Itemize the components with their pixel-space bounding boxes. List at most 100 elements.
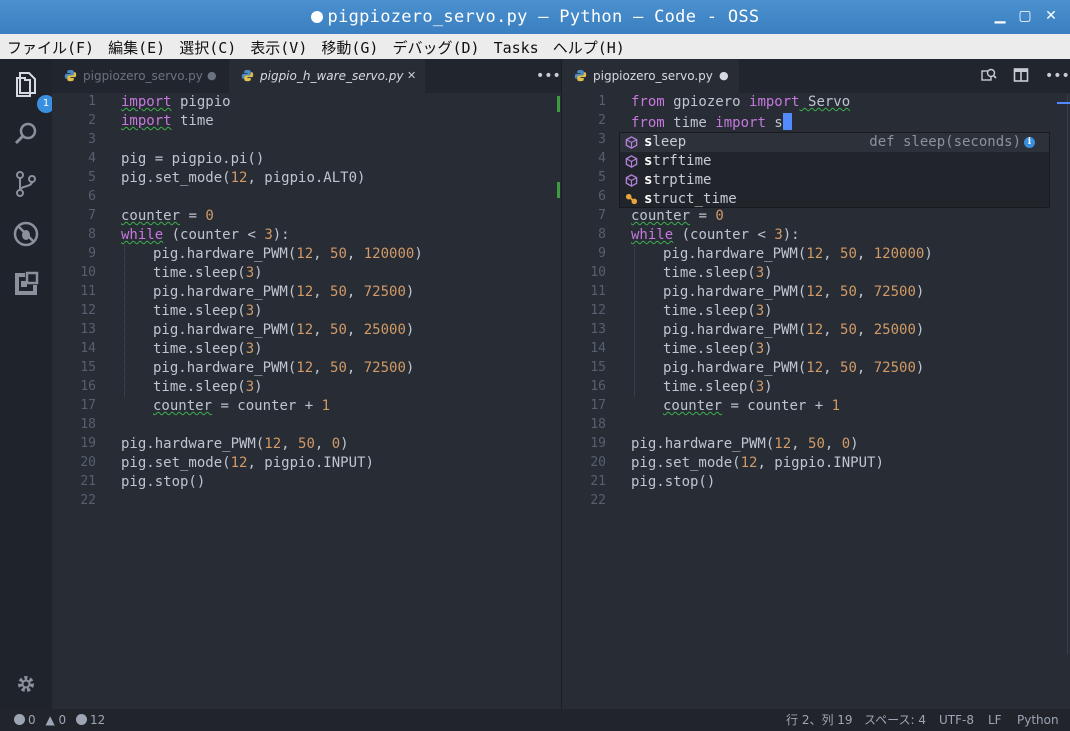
gear-icon[interactable] [11,669,41,699]
code-line: pig.hardware_PWM(12, 50, 120000) [153,246,423,262]
explorer-icon[interactable]: 1 [11,69,55,113]
close-button[interactable]: ✕ [1043,8,1059,24]
code-line: pig.hardware_PWM(12, 50, 72500) [663,284,925,300]
warning-icon: ▲ [45,713,55,727]
code-line: from gpiozero import Servo [631,94,851,110]
code-line: while (counter < 3): [121,227,290,243]
tab-pigpio-h-ware-servo[interactable]: pigpio_h_ware_servo.py ✕ [229,59,425,93]
code-line: counter = 0 [121,208,214,224]
line-number: 9 [88,246,96,261]
info-icon[interactable]: i [1024,137,1035,148]
line-number: 21 [80,474,96,489]
code-line: pig.hardware_PWM(12, 50, 120000) [663,246,933,262]
language-mode[interactable]: Python [1017,709,1059,731]
line-number: 1 [88,94,96,109]
open-changes-icon[interactable] [981,59,997,93]
line-number: 15 [80,360,96,375]
line-number: 2 [598,113,606,128]
error-icon [14,714,25,725]
line-number: 19 [590,436,606,451]
line-number: 9 [598,246,606,261]
method-icon [625,136,638,149]
tab-pigpiozero-servo[interactable]: pigpiozero_servo.py ● [52,59,229,93]
method-icon [625,174,638,187]
line-number: 19 [80,436,96,451]
menu-debug[interactable]: デバッグ(D) [385,34,486,58]
window-title-text: pigpiozero_servo.py — Python — Code - OS… [327,7,760,27]
indent-guide [634,245,635,397]
suggest-item-strptime[interactable]: strptime [620,171,1049,190]
more-actions-icon[interactable]: ••• [1045,59,1070,93]
code-line: pig = pigpio.pi() [121,151,265,167]
code-line: time.sleep(3) [153,265,263,281]
line-number: 5 [598,170,606,185]
debug-icon[interactable] [11,219,41,249]
indentation[interactable]: スペース: 4 [864,709,926,731]
code-line: pig.hardware_PWM(12, 50, 0) [631,436,859,452]
scrollbar-track [1067,94,1068,654]
tab-label: pigpiozero_servo.py [83,69,203,83]
line-number: 13 [590,322,606,337]
text-cursor [782,113,792,130]
window-title: pigpiozero_servo.py — Python — Code - OS… [0,7,1070,27]
menu-view[interactable]: 表示(V) [243,34,314,58]
suggest-item-sleep[interactable]: sleep def sleep(seconds) i [620,133,1049,152]
warning-count: 0 [58,713,67,727]
code-line: time.sleep(3) [663,303,773,319]
indent-guide [124,245,125,397]
problems-summary[interactable]: 0 ▲ 0 12 [14,709,105,731]
code-line: time.sleep(3) [663,265,773,281]
change-marker [557,96,560,112]
encoding[interactable]: UTF-8 [939,709,974,731]
menu-go[interactable]: 移動(G) [314,34,385,58]
line-number: 12 [590,303,606,318]
code-line: pig.hardware_PWM(12, 50, 25000) [663,322,925,338]
suggest-item-strftime[interactable]: strftime [620,152,1049,171]
suggest-detail: def sleep(seconds) [869,134,1021,150]
line-number: 21 [590,474,606,489]
menu-file[interactable]: ファイル(F) [0,34,101,58]
minimize-button[interactable]: ▁ [992,8,1008,24]
line-number: 10 [590,265,606,280]
menu-help[interactable]: ヘルプ(H) [546,34,632,58]
code-line: pig.stop() [631,474,716,490]
code-line: time.sleep(3) [153,341,263,357]
code-line: counter = 0 [631,208,724,224]
line-number: 16 [80,379,96,394]
more-actions-icon[interactable]: ••• [536,59,561,93]
suggest-item-struct-time[interactable]: struct_time [620,190,1049,209]
line-number: 17 [590,398,606,413]
line-number: 7 [598,208,606,223]
maximize-button[interactable]: ▢ [1017,8,1033,24]
search-icon[interactable] [11,119,41,149]
menu-tasks[interactable]: Tasks [487,36,546,57]
line-number: 18 [590,417,606,432]
extensions-icon[interactable] [11,269,41,299]
code-line: pig.hardware_PWM(12, 50, 72500) [153,360,415,376]
python-file-icon [574,69,587,82]
close-tab-icon[interactable]: ✕ [407,59,416,93]
menu-selection[interactable]: 選択(C) [172,34,243,58]
code-line: pig.stop() [121,474,206,490]
line-number: 3 [598,132,606,147]
error-count: 0 [28,713,36,727]
title-bar: pigpiozero_servo.py — Python — Code - OS… [0,0,1070,34]
line-number: 8 [88,227,96,242]
line-number: 1 [598,94,606,109]
line-number: 6 [598,189,606,204]
split-editor-icon[interactable] [1013,59,1029,93]
dirty-dot-icon: ● [719,69,729,82]
source-control-icon[interactable] [11,169,41,199]
tab-pigpiozero-servo-active[interactable]: pigpiozero_servo.py ● [562,59,739,93]
line-number: 7 [88,208,96,223]
code-line: counter = counter + 1 [153,398,331,414]
editor-group-left: pigpiozero_servo.py ● pigpio_h_ware_serv… [52,59,561,709]
python-file-icon [64,69,77,82]
menu-edit[interactable]: 編集(E) [101,34,172,58]
code-line: import pigpio [121,94,231,110]
tab-bar-right: pigpiozero_servo.py ● ••• [562,59,1070,93]
cursor-position[interactable]: 行 2、列 19 [786,709,853,731]
code-line: import time [121,113,214,129]
line-number: 14 [590,341,606,356]
end-of-line[interactable]: LF [988,709,1002,731]
